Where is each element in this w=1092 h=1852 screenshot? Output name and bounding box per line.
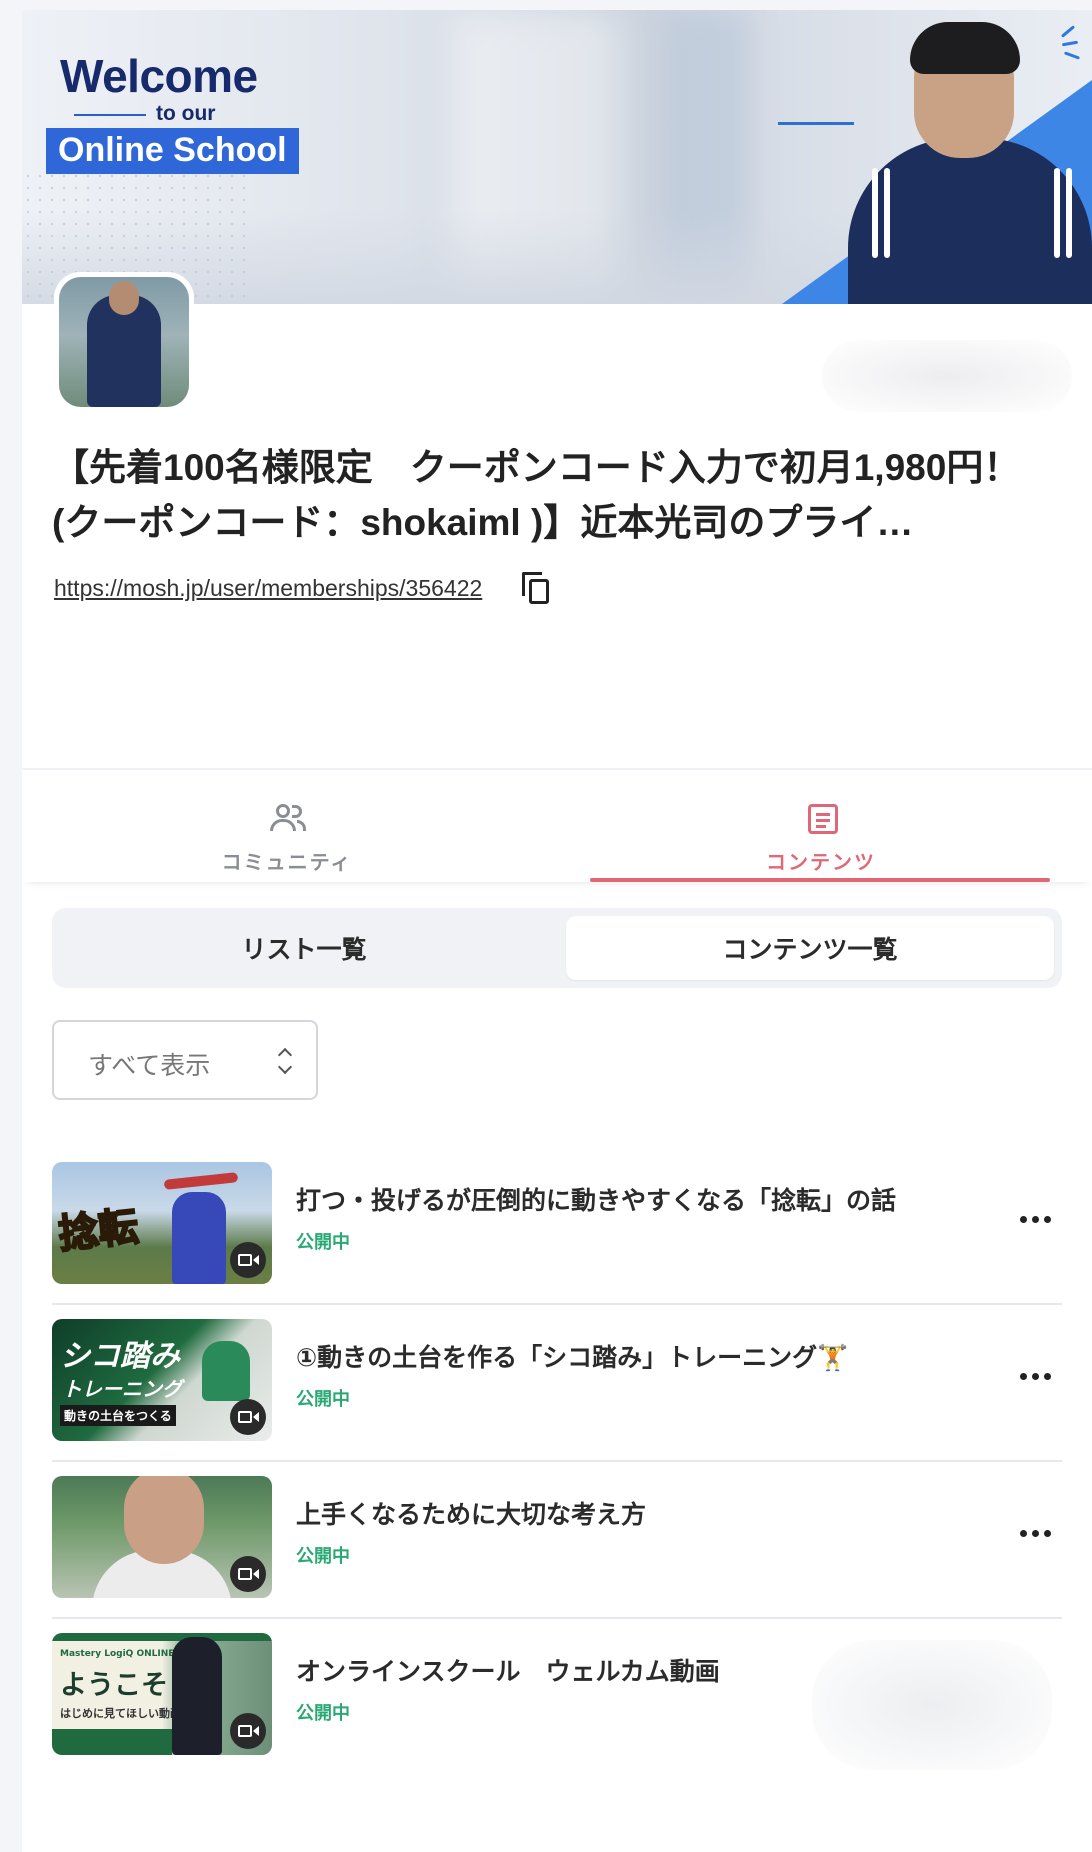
video-icon: [230, 1713, 266, 1749]
filter-selected-value: すべて表示: [88, 1051, 211, 1080]
thumbnail-text: トレーニング: [62, 1377, 182, 1401]
online-school-label: Online School: [46, 128, 299, 174]
view-toggle: リスト一覧 コンテンツ一覧: [52, 908, 1062, 988]
list-item[interactable]: シコ踏み トレーニング 動きの土台をつくる ①動きの土台を作る「シコ踏み」トレー…: [52, 1305, 1062, 1462]
content-thumbnail: 捻転: [52, 1162, 272, 1284]
tab-bar: コミュニティ コンテンツ: [22, 770, 1092, 882]
thumbnail-text: はじめに見てほしい動画: [60, 1707, 181, 1720]
content-thumbnail: シコ踏み トレーニング 動きの土台をつくる: [52, 1319, 272, 1441]
thumbnail-text: ようこそ: [60, 1670, 168, 1701]
video-icon: [230, 1242, 266, 1278]
blurred-floating-button: [812, 1640, 1052, 1770]
content-title: 打つ・投げるが圧倒的に動きやすくなる「捻転」の話: [296, 1186, 897, 1215]
welcome-logo: Welcome to our Online School: [46, 50, 316, 174]
cover-person-photo: [848, 18, 1092, 304]
chevron-up-down-icon: [277, 1046, 293, 1080]
cover-banner: Welcome to our Online School: [22, 10, 1092, 304]
blurred-action: [822, 340, 1072, 412]
status-badge: 公開中: [296, 1546, 350, 1567]
status-badge: 公開中: [296, 1389, 350, 1410]
content-thumbnail: [52, 1476, 272, 1598]
document-icon: [808, 804, 838, 834]
video-icon: [230, 1399, 266, 1435]
thumbnail-text: 動きの土台をつくる: [60, 1405, 176, 1426]
content-title: 上手くなるために大切な考え方: [296, 1500, 647, 1529]
content-thumbnail: Mastery LogiQ ONLINE ようこそ はじめに見てほしい動画: [52, 1633, 272, 1755]
list-item[interactable]: 捻転 打つ・投げるが圧倒的に動きやすくなる「捻転」の話 公開中: [52, 1148, 1062, 1305]
filter-select[interactable]: すべて表示: [52, 1020, 318, 1100]
video-icon: [230, 1556, 266, 1592]
people-icon: [270, 804, 306, 832]
status-badge: 公開中: [296, 1232, 350, 1253]
contents-view-button[interactable]: コンテンツ一覧: [566, 916, 1054, 980]
more-options-icon[interactable]: [1016, 1361, 1056, 1391]
thumbnail-text: Mastery LogiQ ONLINE: [60, 1649, 175, 1659]
cover-accent-line: [778, 122, 854, 125]
welcome-subtext: to our: [156, 102, 216, 125]
copy-icon[interactable]: [522, 572, 550, 604]
avatar: [54, 272, 194, 412]
tab-label: コンテンツ: [766, 850, 876, 874]
page-title: 【先着100名様限定 クーポンコード入力で初月1,980円！(クーポンコード：s…: [52, 447, 1021, 543]
tab-contents[interactable]: コンテンツ: [586, 770, 1056, 882]
tab-label: コミュニティ: [221, 850, 353, 874]
url-row: https://mosh.jp/user/memberships/356422: [54, 570, 550, 606]
membership-url-link[interactable]: https://mosh.jp/user/memberships/356422: [54, 575, 482, 602]
membership-page: Welcome to our Online School 【先着100名様限定 …: [22, 10, 1092, 1852]
more-options-icon[interactable]: [1016, 1204, 1056, 1234]
content-title: ①動きの土台を作る「シコ踏み」トレーニング🏋️: [296, 1343, 849, 1372]
list-view-button[interactable]: リスト一覧: [60, 916, 548, 980]
tab-community[interactable]: コミュニティ: [52, 770, 522, 882]
active-tab-indicator: [590, 878, 1050, 882]
thumbnail-text: シコ踏み: [60, 1339, 180, 1374]
more-options-icon[interactable]: [1016, 1518, 1056, 1548]
list-item[interactable]: 上手くなるために大切な考え方 公開中: [52, 1462, 1062, 1619]
welcome-text: Welcome: [60, 50, 258, 102]
thumbnail-text: 捻転: [55, 1203, 141, 1259]
